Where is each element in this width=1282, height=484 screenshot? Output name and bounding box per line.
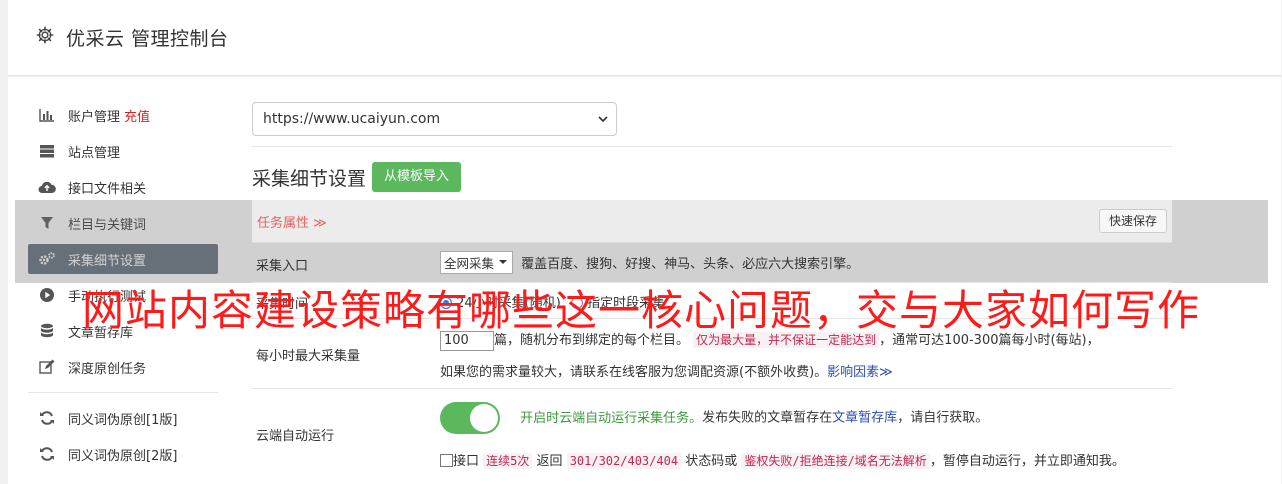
chk-text-c: 状态码或 [685,454,738,469]
import-template-button[interactable]: 从模板导入 [372,162,462,192]
sidebar-item-synonym-v1[interactable]: 同义词伪原创[1版] [28,400,218,436]
refresh-icon [38,409,56,427]
collect-entry-select[interactable]: 全网采集 [440,251,514,274]
section-header: 采集细节设置 从模板导入 [252,162,462,192]
row-label: 采集入口 [256,259,309,274]
section-title: 采集细节设置 [252,167,367,190]
server-icon [38,142,56,160]
content-divider [252,146,1172,147]
cloud-upload-icon [38,178,56,196]
chk-text-b: 返回 [536,454,563,469]
sidebar-item-label: 同义词伪原创[2版] [68,448,178,464]
task-attr-toggle[interactable]: 任务属性 ≫ [257,212,327,231]
sidebar-item-sites[interactable]: 站点管理 [28,133,218,169]
chevron-down-icon [598,116,608,123]
app-title: 优采云 管理控制台 [66,28,229,50]
settings-table: 任务属性 ≫ 快速保存 采集入口 全网采集 覆盖百度、搜狗、好搜、神马、头条、必… [252,200,1172,479]
impact-factors-link[interactable]: 影响因素≫ [827,365,893,380]
toggle-knob [470,404,498,432]
content-area: https://www.ucaiyun.com 采集细节设置 从模板导入 [252,102,1172,192]
play-circle-icon [38,286,56,304]
chk-code-2: 301/302/403/404 [566,453,682,469]
task-attr-header: 任务属性 ≫ 快速保存 [252,200,1172,243]
row-cloud-auto-run: 云端自动运行 开启时云端自动运行采集任务。发布失败的文章暂存在文章暂存库，请自行… [252,389,1172,479]
sidebar-item-label: 深度原创任务 [68,361,147,377]
gear-icon [36,26,54,44]
max-desc-3: 如果您的需求量较大，请联系在线客服为您调配资源(不额外收费)。 [440,365,828,380]
quick-save-button[interactable]: 快速保存 [1098,209,1167,233]
cloud-desc-a: 发布失败的文章暂存在 [702,410,833,426]
sidebar-divider [28,392,218,393]
sidebar-item-deep-original[interactable]: 深度原创任务 [28,349,218,385]
chk-text-a: 接口 [453,454,480,469]
edit-icon [38,358,56,376]
cloud-desc-b: ，请自行获取。 [897,410,989,426]
database-icon [38,322,56,340]
chk-code-1: 连续5次 [483,453,533,469]
chk-text-d: ，暂停自动运行，并立即通知我。 [929,454,1125,469]
sidebar-item-label: 站点管理 [68,145,121,161]
row-label: 每小时最大采集量 [256,349,361,364]
pause-on-error-checkbox[interactable] [440,454,453,467]
site-url-value: https://www.ucaiyun.com [263,111,441,127]
chk-code-3: 鉴权失败/拒绝连接/域名无法解析 [741,453,930,469]
top-header: 优采云 管理控制台 [8,0,1281,76]
sidebar-item-synonym-v2[interactable]: 同义词伪原创[2版] [28,436,218,472]
site-url-select[interactable]: https://www.ucaiyun.com [252,102,617,136]
article-store-link[interactable]: 文章暂存库 [832,411,897,426]
cloud-auto-run-toggle[interactable] [440,402,500,434]
bar-chart-icon [38,106,56,124]
refresh-icon [38,445,56,463]
red-watermark-text: 网站内容建设策略有哪些这一核心问题，交与大家如何写作 [82,286,1201,335]
sidebar-item-label: 账户管理 [68,109,121,125]
cloud-run-green-text: 开启时云端自动运行采集任务。 [520,410,703,426]
row-label: 云端自动运行 [256,429,335,444]
sidebar-item-account[interactable]: 账户管理 充值 [28,97,218,133]
collect-entry-desc: 覆盖百度、搜狗、好搜、神马、头条、必应六大搜索引擎。 [521,257,860,272]
sidebar-item-label: 接口文件相关 [68,181,147,197]
sidebar-item-label: 同义词伪原创[1版] [68,412,178,428]
recharge-link[interactable]: 充值 [124,106,150,125]
